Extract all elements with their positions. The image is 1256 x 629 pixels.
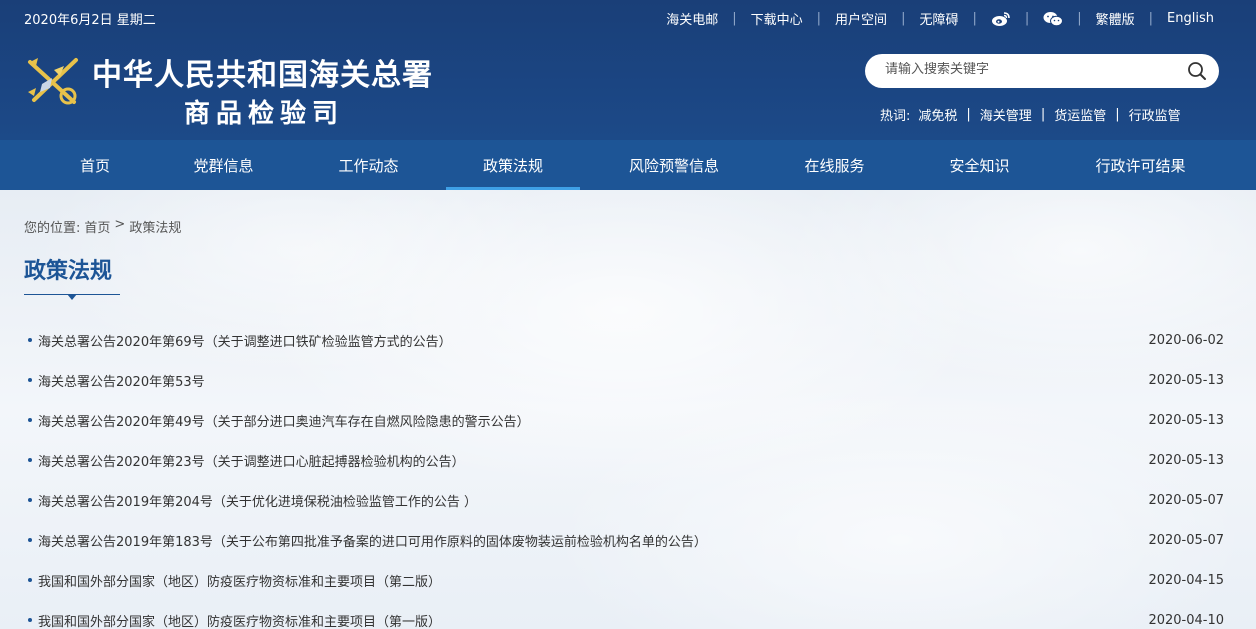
- list-item: 海关总署公告2019年第204号（关于优化进境保税油检验监管工作的公告 ） 20…: [28, 480, 1224, 520]
- hot-words: 热词: 减免税 | 海关管理 | 货运监管 | 行政监管: [880, 105, 1181, 124]
- divider: |: [1115, 107, 1120, 122]
- weibo-icon[interactable]: [977, 11, 1025, 27]
- list-item: 我国和国外部分国家（地区）防疫医疗物资标准和主要项目（第一版） 2020-04-…: [28, 600, 1224, 629]
- list-item-title: 海关总署公告2019年第183号（关于公布第四批准予备案的进口可用作原料的固体废…: [38, 534, 707, 550]
- top-link-email[interactable]: 海关电邮: [652, 9, 732, 28]
- bullet-icon: [28, 538, 32, 542]
- list-item-title: 我国和国外部分国家（地区）防疫医疗物资标准和主要项目（第一版）: [38, 614, 442, 629]
- nav-item-policy[interactable]: 政策法规: [446, 140, 580, 190]
- divider: |: [1040, 107, 1046, 122]
- top-link-user-space[interactable]: 用户空间: [821, 9, 901, 28]
- list-item: 海关总署公告2020年第49号（关于部分进口奥迪汽车存在自燃风险隐患的警示公告）…: [28, 400, 1224, 440]
- list-item-title: 海关总署公告2020年第53号: [38, 374, 205, 390]
- customs-emblem-icon: [24, 52, 82, 110]
- search-icon[interactable]: [1187, 61, 1207, 81]
- nav-item-license-results[interactable]: 行政许可结果: [1074, 140, 1207, 190]
- list-item-date: 2020-05-07: [1148, 492, 1224, 508]
- nav-item-online-service[interactable]: 在线服务: [783, 140, 886, 190]
- wechat-icon[interactable]: [1029, 11, 1077, 27]
- breadcrumb-label: 您的位置:: [24, 221, 81, 236]
- nav-item-home[interactable]: 首页: [60, 140, 130, 190]
- bullet-icon: [28, 378, 32, 382]
- nav-item-news[interactable]: 工作动态: [315, 140, 422, 190]
- list-item: 海关总署公告2020年第23号（关于调整进口心脏起搏器检验机构的公告） 2020…: [28, 440, 1224, 480]
- list-item-title: 海关总署公告2019年第204号（关于优化进境保税油检验监管工作的公告 ）: [38, 494, 478, 510]
- breadcrumb: 您的位置: 首页 > 政策法规: [24, 217, 185, 236]
- hot-word[interactable]: 海关管理: [980, 105, 1032, 124]
- list-item-link[interactable]: 海关总署公告2019年第204号（关于优化进境保税油检验监管工作的公告 ）: [28, 491, 477, 510]
- list-item-title: 海关总署公告2020年第69号（关于调整进口铁矿检验监管方式的公告）: [38, 334, 452, 350]
- site-title: 中华人民共和国海关总署: [92, 58, 433, 93]
- page-title: 政策法规: [24, 259, 113, 284]
- bullet-icon: [28, 458, 32, 462]
- list-item-date: 2020-05-13: [1148, 412, 1224, 428]
- nav-item-risk-alert[interactable]: 风险预警信息: [604, 140, 744, 190]
- list-item-date: 2020-05-13: [1148, 372, 1224, 388]
- search-input[interactable]: [885, 62, 1175, 77]
- header: 2020年6月2日 星期二 海关电邮 | 下载中心 | 用户空间 | 无障碍 |…: [0, 0, 1256, 140]
- list-item-link[interactable]: 我国和国外部分国家（地区）防疫医疗物资标准和主要项目（第一版）: [28, 611, 441, 629]
- breadcrumb-separator: >: [114, 217, 126, 232]
- list-item-title: 海关总署公告2020年第23号（关于调整进口心脏起搏器检验机构的公告）: [38, 454, 465, 470]
- search-box: [865, 54, 1219, 88]
- header-date: 2020年6月2日 星期二: [24, 13, 156, 28]
- list-item-date: 2020-05-13: [1148, 452, 1224, 468]
- divider: |: [966, 107, 971, 122]
- top-links: 海关电邮 | 下载中心 | 用户空间 | 无障碍 | | | 繁體版 | Eng…: [652, 9, 1214, 28]
- hot-word[interactable]: 货运监管: [1054, 105, 1106, 124]
- list-item-link[interactable]: 海关总署公告2019年第183号（关于公布第四批准予备案的进口可用作原料的固体废…: [28, 531, 707, 550]
- bullet-icon: [28, 418, 32, 422]
- list-item: 我国和国外部分国家（地区）防疫医疗物资标准和主要项目（第二版） 2020-04-…: [28, 560, 1224, 600]
- top-link-accessibility[interactable]: 无障碍: [905, 9, 972, 28]
- list-item-link[interactable]: 海关总署公告2020年第69号（关于调整进口铁矿检验监管方式的公告）: [28, 331, 452, 350]
- list-item: 海关总署公告2020年第69号（关于调整进口铁矿检验监管方式的公告） 2020-…: [28, 320, 1224, 360]
- bullet-icon: [28, 578, 32, 582]
- top-link-download[interactable]: 下载中心: [737, 9, 817, 28]
- bullet-icon: [28, 338, 32, 342]
- list-item-date: 2020-05-07: [1148, 532, 1224, 548]
- bullet-icon: [28, 498, 32, 502]
- list-item-date: 2020-04-15: [1148, 572, 1224, 588]
- list-item-title: 我国和国外部分国家（地区）防疫医疗物资标准和主要项目（第二版）: [38, 574, 442, 590]
- list-item-link[interactable]: 我国和国外部分国家（地区）防疫医疗物资标准和主要项目（第二版）: [28, 571, 441, 590]
- hot-word[interactable]: 减免税: [918, 105, 957, 124]
- list-item-title: 海关总署公告2020年第49号（关于部分进口奥迪汽车存在自燃风险隐患的警示公告）: [38, 414, 530, 430]
- english-link[interactable]: English: [1153, 11, 1214, 26]
- list-item: 海关总署公告2020年第53号 2020-05-13: [28, 360, 1224, 400]
- list-item-date: 2020-06-02: [1148, 332, 1224, 348]
- main-nav: 首页 党群信息 工作动态 政策法规 风险预警信息 在线服务 安全知识 行政许可结…: [0, 140, 1256, 190]
- hot-word[interactable]: 行政监管: [1129, 105, 1181, 124]
- list-item-link[interactable]: 海关总署公告2020年第23号（关于调整进口心脏起搏器检验机构的公告）: [28, 451, 465, 470]
- bullet-icon: [28, 618, 32, 622]
- list-item-date: 2020-04-10: [1148, 612, 1224, 628]
- site-subtitle: 商品检验司: [184, 99, 345, 129]
- breadcrumb-home[interactable]: 首页: [84, 217, 110, 236]
- list-item: 海关总署公告2019年第183号（关于公布第四批准予备案的进口可用作原料的固体废…: [28, 520, 1224, 560]
- list-item-link[interactable]: 海关总署公告2020年第53号: [28, 371, 205, 390]
- list-item-link[interactable]: 海关总署公告2020年第49号（关于部分进口奥迪汽车存在自燃风险隐患的警示公告）: [28, 411, 530, 430]
- nav-item-party[interactable]: 党群信息: [170, 140, 277, 190]
- hot-words-label: 热词:: [880, 109, 911, 124]
- title-underline-arrow-icon: [67, 294, 77, 300]
- article-list: 海关总署公告2020年第69号（关于调整进口铁矿检验监管方式的公告） 2020-…: [28, 320, 1224, 629]
- traditional-chinese-link[interactable]: 繁體版: [1082, 9, 1149, 28]
- breadcrumb-current[interactable]: 政策法规: [129, 217, 181, 236]
- nav-item-safety[interactable]: 安全知识: [928, 140, 1031, 190]
